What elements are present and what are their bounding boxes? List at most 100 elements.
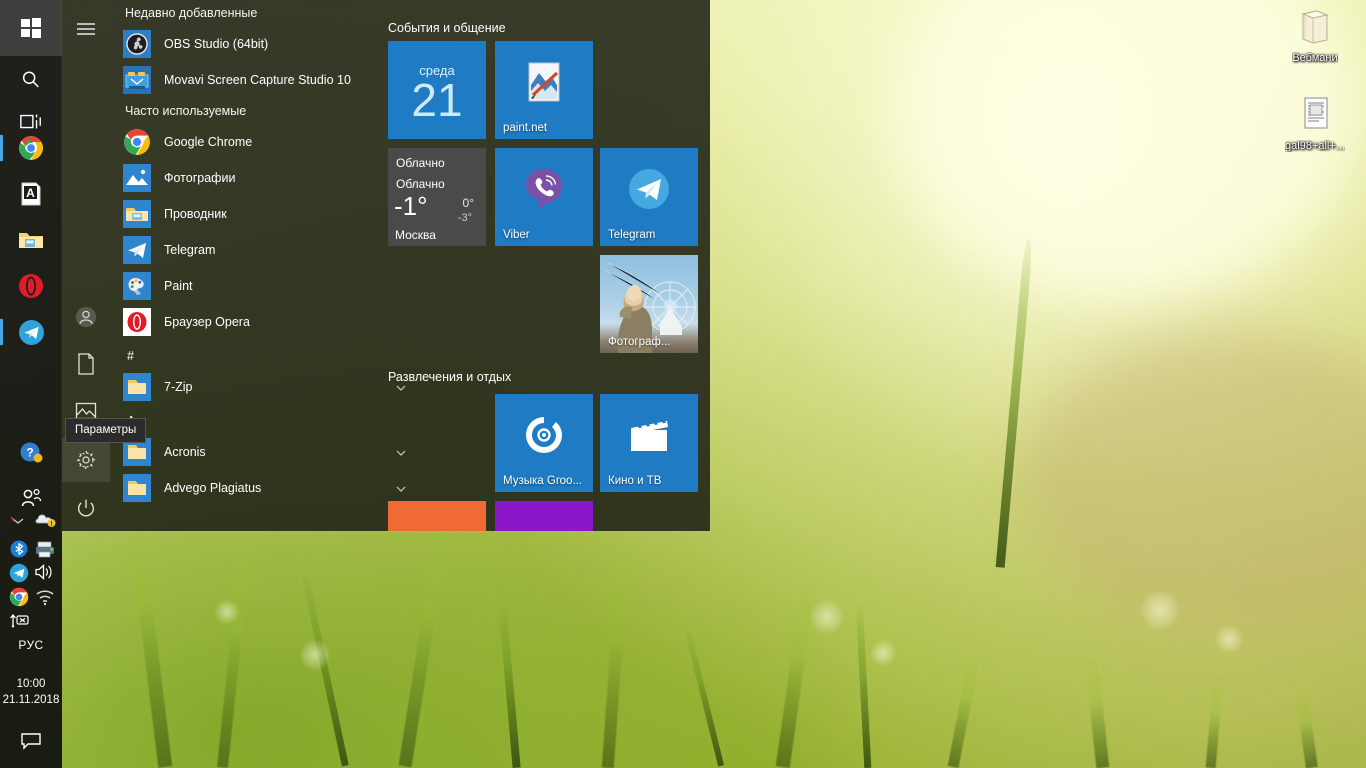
- tile-movies-tv[interactable]: Кино и ТВ: [600, 394, 698, 492]
- taskbar-language-indicator[interactable]: РУС: [0, 638, 62, 656]
- app-list-item-movavi[interactable]: Movavi Screen Capture Studio 10: [110, 62, 420, 98]
- taskbar-item-advego-plagiatus[interactable]: A: [0, 172, 62, 216]
- rail-item-documents[interactable]: [62, 342, 110, 386]
- app-name: Проводник: [164, 207, 227, 221]
- folder-icon: [17, 228, 45, 252]
- app-list-item-google-chrome[interactable]: Google Chrome: [110, 124, 420, 160]
- svg-text:A: A: [26, 186, 35, 200]
- taskbar-item-help[interactable]: ?: [0, 430, 62, 474]
- printer-icon: [34, 539, 56, 559]
- file-icon: [1272, 92, 1358, 138]
- tray-printer[interactable]: [34, 538, 56, 560]
- action-center-icon: [20, 732, 42, 750]
- app-list-item-telegram[interactable]: Telegram: [110, 232, 420, 268]
- gear-icon: [75, 449, 97, 471]
- bokeh-dot: [810, 600, 844, 634]
- weather-city: Москва: [395, 228, 436, 242]
- taskbar-item-opera[interactable]: [0, 264, 62, 308]
- grass-blade: [1206, 668, 1225, 768]
- tile-telegram[interactable]: Telegram: [600, 148, 698, 246]
- tile-groove-music[interactable]: Музыка Groo...: [495, 394, 593, 492]
- taskbar-search-button[interactable]: [0, 58, 62, 102]
- bokeh-dot: [1050, 72, 1094, 116]
- app-name: Advego Plagiatus: [164, 481, 261, 495]
- partial-tile-glyph: [388, 501, 486, 531]
- tray-hidden-icons[interactable]: [8, 512, 28, 532]
- tile-viber[interactable]: Viber: [495, 148, 593, 246]
- desktop-icon-gal98[interactable]: gal98+all+...: [1272, 92, 1358, 155]
- calendar-day-number: 21: [388, 74, 486, 126]
- cloud-icon: !: [34, 509, 56, 529]
- rail-item-settings[interactable]: [62, 438, 110, 482]
- explorer-icon: [123, 200, 151, 228]
- app-name: Movavi Screen Capture Studio 10: [164, 73, 351, 87]
- taskbar: A: [0, 0, 62, 768]
- chevron-up-icon: [9, 513, 27, 531]
- tile-label: Фотограф...: [608, 336, 670, 348]
- tray-volume[interactable]: [33, 561, 57, 583]
- app-list-item-acronis[interactable]: Acronis: [110, 434, 420, 470]
- app-group-header-a: A: [110, 405, 420, 434]
- wifi-icon: [34, 587, 56, 607]
- app-list-item-file-explorer[interactable]: Проводник: [110, 196, 420, 232]
- tile-paint-net[interactable]: paint.net: [495, 41, 593, 139]
- tile-label: Кино и ТВ: [608, 475, 661, 487]
- tray-telegram[interactable]: [8, 562, 30, 584]
- tile-calendar[interactable]: среда 21: [388, 41, 486, 139]
- speaker-icon: [33, 562, 57, 582]
- svg-text:?: ?: [26, 446, 33, 460]
- tile-orange-partial[interactable]: [388, 501, 486, 531]
- clock-date: 21.11.2018: [0, 692, 62, 708]
- tray-safely-remove-hardware[interactable]: [8, 610, 32, 630]
- rail-item-user-account[interactable]: [62, 295, 110, 339]
- app-list-item-opera[interactable]: Браузер Opera: [110, 304, 420, 340]
- svg-text:!: !: [50, 521, 52, 528]
- people-icon: [19, 487, 43, 509]
- app-list-item-photos[interactable]: Фотографии: [110, 160, 420, 196]
- chrome-icon: [123, 128, 151, 156]
- tile-purple-partial[interactable]: [495, 501, 593, 531]
- tile-label: Telegram: [608, 229, 655, 241]
- desktop-icon-webmoney[interactable]: Вебмани: [1272, 4, 1358, 67]
- app-name: Paint: [164, 279, 193, 293]
- start-menu-app-list[interactable]: Недавно добавленные OBS Studio (64bit): [110, 0, 420, 531]
- taskbar-action-center-button[interactable]: [0, 726, 62, 756]
- tile-photos[interactable]: Фотограф...: [600, 255, 698, 353]
- rail-item-power[interactable]: [62, 486, 110, 530]
- tile-weather[interactable]: Облачно Облачно -1° 0° -3° Москва: [388, 148, 486, 246]
- hamburger-menu-button[interactable]: [62, 12, 110, 46]
- app-name: Браузер Opera: [164, 315, 250, 329]
- grass-blade: [217, 518, 254, 768]
- bokeh-dot: [870, 640, 896, 666]
- start-button[interactable]: [0, 0, 62, 56]
- settings-tooltip: Параметры: [65, 418, 146, 443]
- photos-icon: [123, 164, 151, 192]
- document-icon: [77, 353, 95, 375]
- taskbar-item-telegram[interactable]: [0, 310, 62, 354]
- tile-group-header-entertainment: Развлечения и отдых: [388, 370, 511, 384]
- taskbar-clock[interactable]: 10:00 21.11.2018: [0, 676, 62, 708]
- tray-chrome[interactable]: [8, 586, 30, 608]
- app-name: Google Chrome: [164, 135, 252, 149]
- chrome-icon: [9, 587, 29, 607]
- folder-icon: [123, 474, 151, 502]
- windows-logo-icon: [19, 16, 43, 40]
- taskbar-item-file-explorer[interactable]: [0, 218, 62, 262]
- weather-condition-secondary: Облачно: [396, 177, 445, 191]
- bokeh-dot: [215, 600, 239, 624]
- taskbar-item-google-chrome[interactable]: [0, 126, 62, 170]
- bokeh-dot: [1215, 625, 1243, 653]
- app-list-item-obs-studio[interactable]: OBS Studio (64bit): [110, 26, 420, 62]
- app-list-item-advego-plagiatus[interactable]: Advego Plagiatus: [110, 470, 420, 506]
- app-name: 7-Zip: [164, 380, 192, 394]
- grass-blade: [682, 620, 724, 767]
- app-list-item-paint[interactable]: Paint: [110, 268, 420, 304]
- tray-bluetooth[interactable]: [8, 538, 30, 560]
- chrome-icon: [18, 135, 44, 161]
- bokeh-dot: [300, 640, 330, 670]
- power-icon: [75, 497, 97, 519]
- app-list-item-7-zip[interactable]: 7-Zip: [110, 369, 420, 405]
- tray-onedrive[interactable]: !: [34, 508, 56, 530]
- tile-label: paint.net: [503, 122, 547, 134]
- tray-network[interactable]: [34, 586, 56, 608]
